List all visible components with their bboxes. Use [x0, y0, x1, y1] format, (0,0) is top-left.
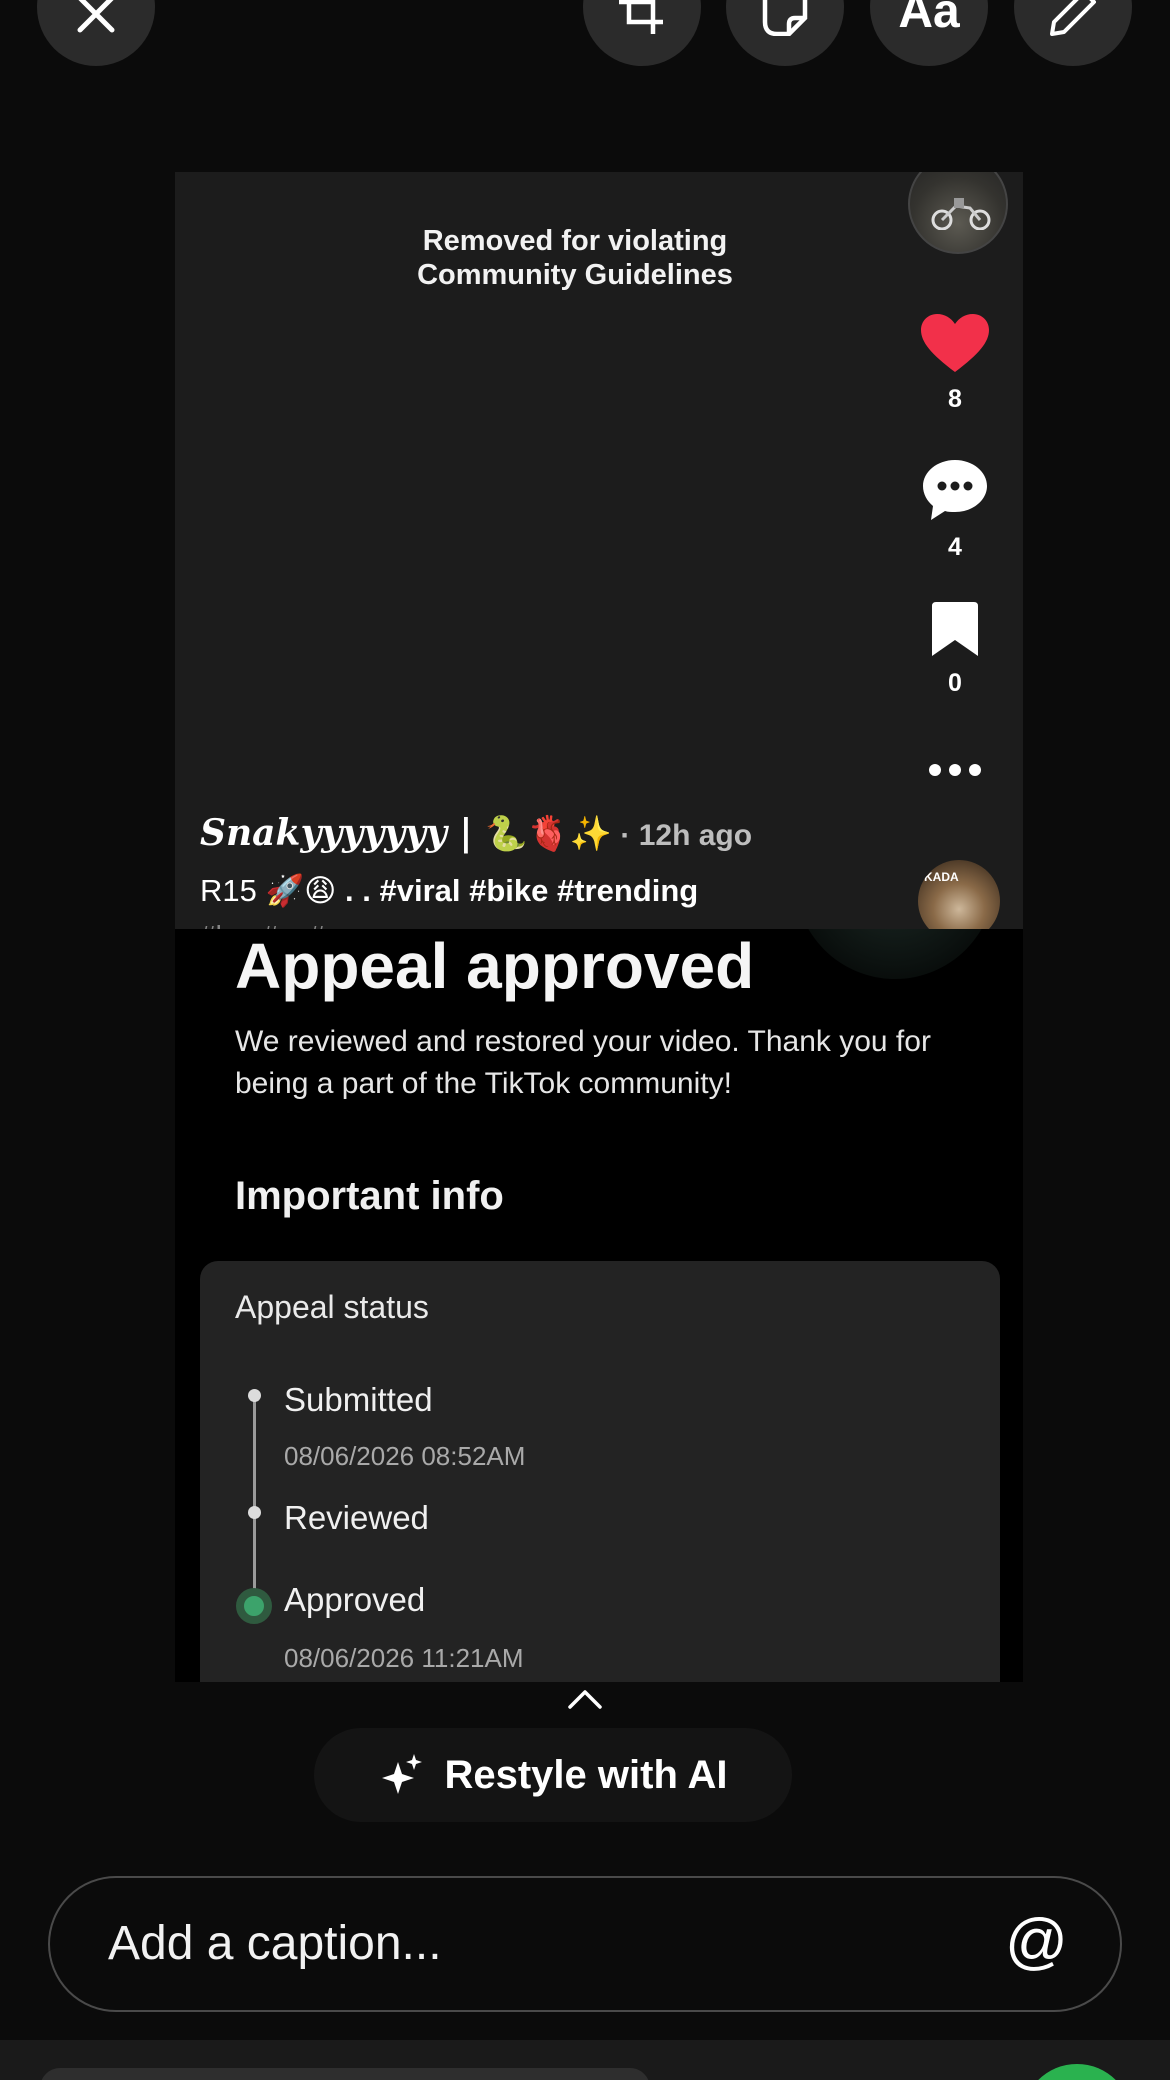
step-reviewed-label: Reviewed — [284, 1499, 429, 1536]
timeline-dot-reviewed — [248, 1506, 261, 1519]
username-emoji: 🐍🫀✨ — [485, 814, 613, 854]
post-caption: R15 🚀😩 . . #viral #bike #trending — [200, 872, 698, 909]
post-time: · 12h ago — [612, 819, 753, 852]
restyle-with-ai-button[interactable]: Restyle with AI — [314, 1728, 792, 1822]
pencil-icon — [1050, 0, 1096, 36]
mention-icon[interactable]: @ — [1005, 1906, 1068, 1977]
decorative-glow — [795, 929, 995, 979]
crop-rotate-icon — [619, 0, 663, 34]
appeal-status-title: Appeal status — [235, 1289, 429, 1325]
sparkle-icon — [382, 1754, 423, 1794]
restyle-label: Restyle with AI — [444, 1752, 728, 1797]
like-count: 8 — [948, 385, 962, 413]
like-button[interactable]: 8 — [915, 314, 995, 414]
tiktok-video-panel: Removed for violating Community Guidelin… — [175, 172, 1023, 929]
username-text: Snakyyyyyyy | — [200, 812, 486, 854]
step-submitted-time: 08/06/2026 08:52AM — [284, 1441, 526, 1471]
expand-chevron-button[interactable] — [567, 1688, 603, 1715]
appeal-panel: Appeal approved We reviewed and restored… — [175, 929, 1023, 1682]
comment-icon — [923, 460, 987, 520]
step-approved-label: Approved — [284, 1581, 426, 1618]
appeal-title: Appeal approved — [235, 930, 755, 1002]
removed-notice: Removed for violating Community Guidelin… — [417, 225, 733, 291]
text-tool-label: Aa — [898, 0, 960, 38]
sticker-button[interactable] — [726, 0, 844, 66]
appeal-description: We reviewed and restored your video. Tha… — [235, 1025, 931, 1100]
step-submitted-label: Submitted — [284, 1381, 433, 1418]
important-info-heading: Important info — [235, 1174, 504, 1218]
crop-button[interactable] — [583, 0, 701, 66]
close-icon — [77, 0, 115, 33]
caption-emoji: 🚀😩 — [265, 873, 337, 908]
more-options-button[interactable] — [915, 762, 995, 783]
shared-screenshot[interactable]: Removed for violating Community Guidelin… — [175, 172, 1023, 1682]
more-icon — [929, 764, 981, 776]
sticker-icon — [762, 0, 808, 36]
timeline-dot-submitted — [248, 1389, 261, 1402]
caption-overflow: #b... #... #... — [200, 920, 348, 929]
creator-avatar — [908, 172, 1008, 254]
caption-prefix: R15 — [200, 873, 266, 908]
comment-button[interactable]: 4 — [915, 458, 995, 562]
comment-count: 4 — [948, 533, 962, 561]
step-approved-time: 08/06/2026 11:21AM — [284, 1643, 524, 1673]
caption-hashtags: . . #viral #bike #trending — [336, 873, 699, 908]
close-button[interactable] — [37, 0, 155, 66]
bookmark-icon — [932, 602, 978, 656]
chevron-up-icon — [568, 1690, 602, 1709]
motorbike-icon — [931, 198, 991, 230]
timeline-dot-approved — [236, 1588, 272, 1624]
story-editor: Aa Removed for violating Community Guide… — [0, 0, 1170, 2080]
creator-username[interactable]: Snakyyyyyyy | 🐍🫀✨ · 12h ago — [200, 812, 752, 854]
save-count: 0 — [948, 669, 962, 697]
caption-placeholder: Add a caption... — [108, 1917, 442, 1970]
share-destination-pill[interactable] — [40, 2068, 650, 2080]
text-tool-button[interactable]: Aa — [870, 0, 988, 66]
save-button[interactable]: 0 — [915, 602, 995, 698]
heart-icon — [921, 314, 989, 372]
draw-button[interactable] — [1014, 0, 1132, 66]
timeline-line — [253, 1396, 256, 1611]
music-disc[interactable]: KADA — [918, 860, 1000, 929]
caption-input[interactable]: Add a caption... @ — [48, 1876, 1122, 2012]
appeal-status-card: Appeal status Submitted 08/06/2026 08:52… — [200, 1261, 1000, 1682]
music-disc-label: KADA — [924, 870, 959, 884]
